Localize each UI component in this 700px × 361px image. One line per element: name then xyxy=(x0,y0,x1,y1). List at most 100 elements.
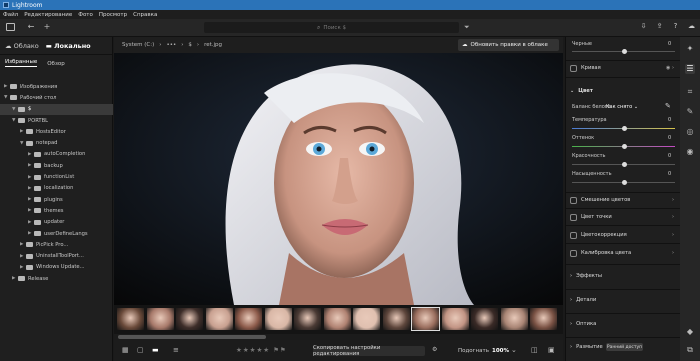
menu-help[interactable]: Справка xyxy=(133,12,157,18)
wb-dropdown[interactable]: Как снято ⌄ xyxy=(606,104,638,110)
filmstrip-thumbnail[interactable] xyxy=(500,308,528,330)
tree-item[interactable]: ▶ plugins xyxy=(0,194,113,205)
blacks-value[interactable]: 0 xyxy=(668,41,671,47)
before-after-icon[interactable]: ▣ xyxy=(548,346,555,354)
tree-item[interactable]: ▶ UninstallToolPort... xyxy=(0,250,113,261)
slider-knob[interactable] xyxy=(622,49,627,54)
slider-knob[interactable] xyxy=(622,180,627,185)
settings-gear-icon[interactable]: ⚙ xyxy=(432,346,437,353)
tab-cloud[interactable]: ☁ Облако xyxy=(5,42,39,50)
tree-item[interactable]: ▼ Рабочий стол xyxy=(0,92,113,103)
sort-icon[interactable]: ≡ xyxy=(173,346,179,354)
filmstrip-thumbnail[interactable] xyxy=(530,308,557,330)
tree-item[interactable]: ▶ themes xyxy=(0,205,113,216)
presets-icon[interactable]: ◆ xyxy=(685,327,695,337)
saturation-slider[interactable] xyxy=(572,180,675,185)
share-icon[interactable]: ⇪ xyxy=(655,22,664,31)
panel-toggle-icon[interactable] xyxy=(6,23,15,31)
zoom-value[interactable]: 100% xyxy=(492,348,509,354)
tab-local[interactable]: ▬ Локально xyxy=(46,42,91,50)
tree-item[interactable]: ▶ functionList xyxy=(0,171,113,182)
tree-item[interactable]: ▼ $ xyxy=(0,103,113,115)
crop-icon[interactable]: ⌗ xyxy=(685,87,695,97)
tree-item[interactable]: ▶ backup xyxy=(0,160,113,171)
filter-icon[interactable]: ⏷ xyxy=(464,23,470,32)
help-icon[interactable]: ? xyxy=(671,22,680,31)
back-arrow-icon[interactable]: ← xyxy=(26,22,36,32)
filmstrip-thumbnail[interactable] xyxy=(353,308,380,330)
blacks-slider[interactable] xyxy=(572,49,675,54)
tree-item[interactable]: ▶ Изображения xyxy=(0,81,113,92)
breadcrumb-folder[interactable]: $ xyxy=(188,42,192,48)
menu-file[interactable]: Файл xyxy=(3,12,18,18)
tree-item[interactable]: ▼ notepad xyxy=(0,137,113,148)
tint-value[interactable]: 0 xyxy=(668,135,671,141)
calibration-section[interactable]: Калибровка цвета › xyxy=(570,247,677,259)
detail-group[interactable]: › Детали xyxy=(570,294,677,306)
temp-value[interactable]: 0 xyxy=(668,117,671,123)
tree-item[interactable]: ▶ updater xyxy=(0,217,113,228)
filmstrip-thumbnail[interactable] xyxy=(146,308,174,330)
color-mixer-section[interactable]: Смешение цветов › xyxy=(570,194,677,206)
chevron-down-icon[interactable]: ⌄ xyxy=(511,346,517,354)
point-color-section[interactable]: Цвет точки › xyxy=(570,211,677,223)
filmstrip-thumbnail[interactable] xyxy=(294,308,321,330)
effects-group[interactable]: › Эффекты xyxy=(570,270,677,282)
breadcrumb-drive[interactable]: System (C:) xyxy=(122,42,154,48)
tree-item[interactable]: ▶ HostsEditor xyxy=(0,126,113,137)
tab-browse[interactable]: Обзор xyxy=(47,61,65,67)
square-grid-icon[interactable]: ▢ xyxy=(137,346,144,354)
tree-item[interactable]: ▶ autoCompletion xyxy=(0,149,113,160)
grid-view-icon[interactable]: ▦ xyxy=(122,346,129,354)
tree-item[interactable]: ▶ Release xyxy=(0,273,113,284)
tab-favorites[interactable]: Избранные xyxy=(5,59,38,67)
color-header[interactable]: ⌄ Цвет xyxy=(570,85,677,97)
tree-item[interactable]: ▼ PORTBL xyxy=(0,115,113,126)
tree-item[interactable]: ▶ localization xyxy=(0,183,113,194)
search-field[interactable]: ⌕ Поиск $ xyxy=(204,22,459,33)
filmstrip-thumbnail[interactable] xyxy=(117,308,144,330)
edit-sliders-icon[interactable]: ☰ xyxy=(685,64,695,74)
tree-item[interactable]: ▶ Windows Update... xyxy=(0,262,113,273)
menu-view[interactable]: Просмотр xyxy=(99,12,127,18)
filmstrip-thumbnail[interactable] xyxy=(205,308,233,330)
rating-stars[interactable]: ★★★★★ ⚑⚑ xyxy=(236,346,287,354)
slider-knob[interactable] xyxy=(622,126,627,131)
tree-item[interactable]: ▶ PicPick Pro... xyxy=(0,239,113,250)
scrollbar-thumb[interactable] xyxy=(118,335,266,339)
temp-slider[interactable] xyxy=(572,126,675,131)
single-view-icon[interactable]: ▬ xyxy=(152,346,159,354)
slider-knob[interactable] xyxy=(622,144,627,149)
healing-brush-icon[interactable]: ✎ xyxy=(685,107,695,117)
masking-icon[interactable]: ◎ xyxy=(685,127,695,137)
optics-group[interactable]: › Оптика xyxy=(570,318,677,330)
filmstrip-thumbnail[interactable] xyxy=(176,308,203,330)
red-eye-icon[interactable]: ◉ xyxy=(685,147,695,157)
filmstrip-thumbnail[interactable] xyxy=(382,308,410,330)
cloud-status-icon[interactable]: ☁ xyxy=(687,22,696,31)
menu-edit[interactable]: Редактирование xyxy=(24,12,72,18)
filmstrip-thumbnail[interactable] xyxy=(323,308,351,330)
curve-section[interactable]: Кривая ◉ › xyxy=(570,62,677,74)
vibrance-slider[interactable] xyxy=(572,162,675,167)
filmstrip-thumbnail[interactable] xyxy=(471,308,498,330)
compare-icon[interactable]: ◫ xyxy=(531,346,538,354)
albums-icon[interactable]: ✦ xyxy=(685,44,695,54)
color-grading-section[interactable]: Цветокоррекция › xyxy=(570,229,677,241)
slider-knob[interactable] xyxy=(622,162,627,167)
tree-item[interactable]: ▶ userDefineLangs xyxy=(0,228,113,239)
saturation-value[interactable]: 0 xyxy=(668,171,671,177)
filmstrip-thumbnail[interactable] xyxy=(411,307,440,331)
filmstrip-thumbnail[interactable] xyxy=(264,308,292,330)
sync-to-cloud-button[interactable]: ☁ Обновить правки в облаке xyxy=(458,39,559,51)
fit-label[interactable]: Подогнать xyxy=(458,348,489,354)
versions-icon[interactable]: ⧉ xyxy=(685,345,695,355)
menu-photo[interactable]: Фото xyxy=(78,12,93,18)
copy-settings-button[interactable]: Скопировать настройки редактирования xyxy=(313,345,425,357)
vibrance-value[interactable]: 0 xyxy=(668,153,671,159)
add-photos-icon[interactable]: + xyxy=(42,22,52,32)
eye-icon[interactable]: ◉ › xyxy=(666,65,674,71)
filmstrip-thumbnail[interactable] xyxy=(441,308,469,330)
tint-slider[interactable] xyxy=(572,144,675,149)
photo-canvas[interactable] xyxy=(114,53,563,305)
